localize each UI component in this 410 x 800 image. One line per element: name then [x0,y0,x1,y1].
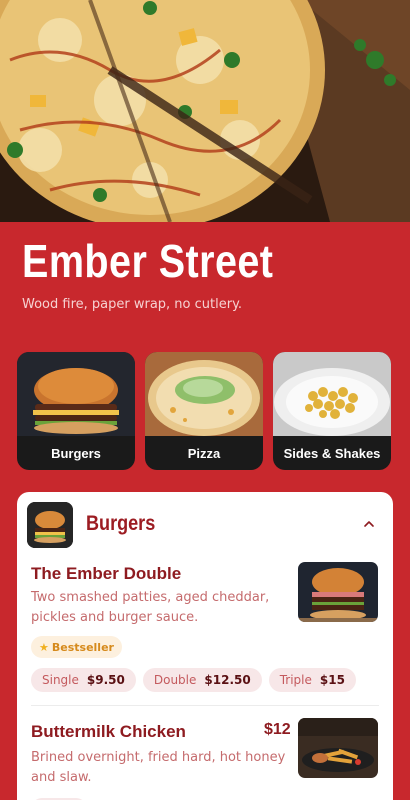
category-list: Burgers Pizza Sides & Shakes [17,352,393,470]
item-name[interactable]: The Ember Double [31,564,181,584]
menu-section-burgers: Burgers The Ember Double Two smashed pat… [17,492,393,800]
badge-label: Bestseller [51,640,114,654]
item-description: Two smashed patties, aged cheddar, [31,590,270,605]
item-description: Brined overnight, fried hard, hot honey [31,750,286,765]
category-card-sides-shakes[interactable]: Sides & Shakes [273,352,391,470]
category-label: Burgers [51,445,101,461]
size-options: Single $9.50 Double $12.50 Triple $15 [31,668,356,692]
option-price: $9.50 [86,673,125,687]
item-description: and slaw. [31,770,92,785]
burger-photo [17,352,135,436]
divider [31,705,379,706]
category-card-pizza[interactable]: Pizza [145,352,263,470]
chevron-up-icon[interactable] [361,516,377,532]
section-header[interactable]: Burgers [17,492,393,554]
option-price: $15 [319,673,345,687]
pizza-photo [145,352,263,436]
item-price: $12 [264,721,291,738]
hero-image [0,0,410,222]
category-card-burgers[interactable]: Burgers [17,352,135,470]
star-icon: ★ [39,640,49,654]
sides-photo [273,352,391,436]
category-label: Pizza [187,445,221,461]
section-title: Burgers [86,512,156,535]
option-single[interactable]: Single $9.50 [31,668,136,692]
option-triple[interactable]: Triple $15 [268,668,356,692]
option-name: Double [153,673,197,687]
item-photo[interactable] [298,562,378,622]
option-double[interactable]: Double $12.50 [142,668,262,692]
page-title: Ember Street [22,235,274,287]
option-name: Single [42,673,79,687]
category-label: Sides & Shakes [283,445,381,461]
bestseller-badge: ★ Bestseller [31,636,122,658]
item-name[interactable]: Buttermilk Chicken [31,722,186,742]
option-name: Triple [279,673,312,687]
tagline: Wood fire, paper wrap, no cutlery. [22,297,243,312]
item-photo[interactable] [298,718,378,778]
section-thumbnail [27,502,73,548]
item-description: pickles and burger sauce. [31,610,199,625]
option-price: $12.50 [204,673,251,687]
